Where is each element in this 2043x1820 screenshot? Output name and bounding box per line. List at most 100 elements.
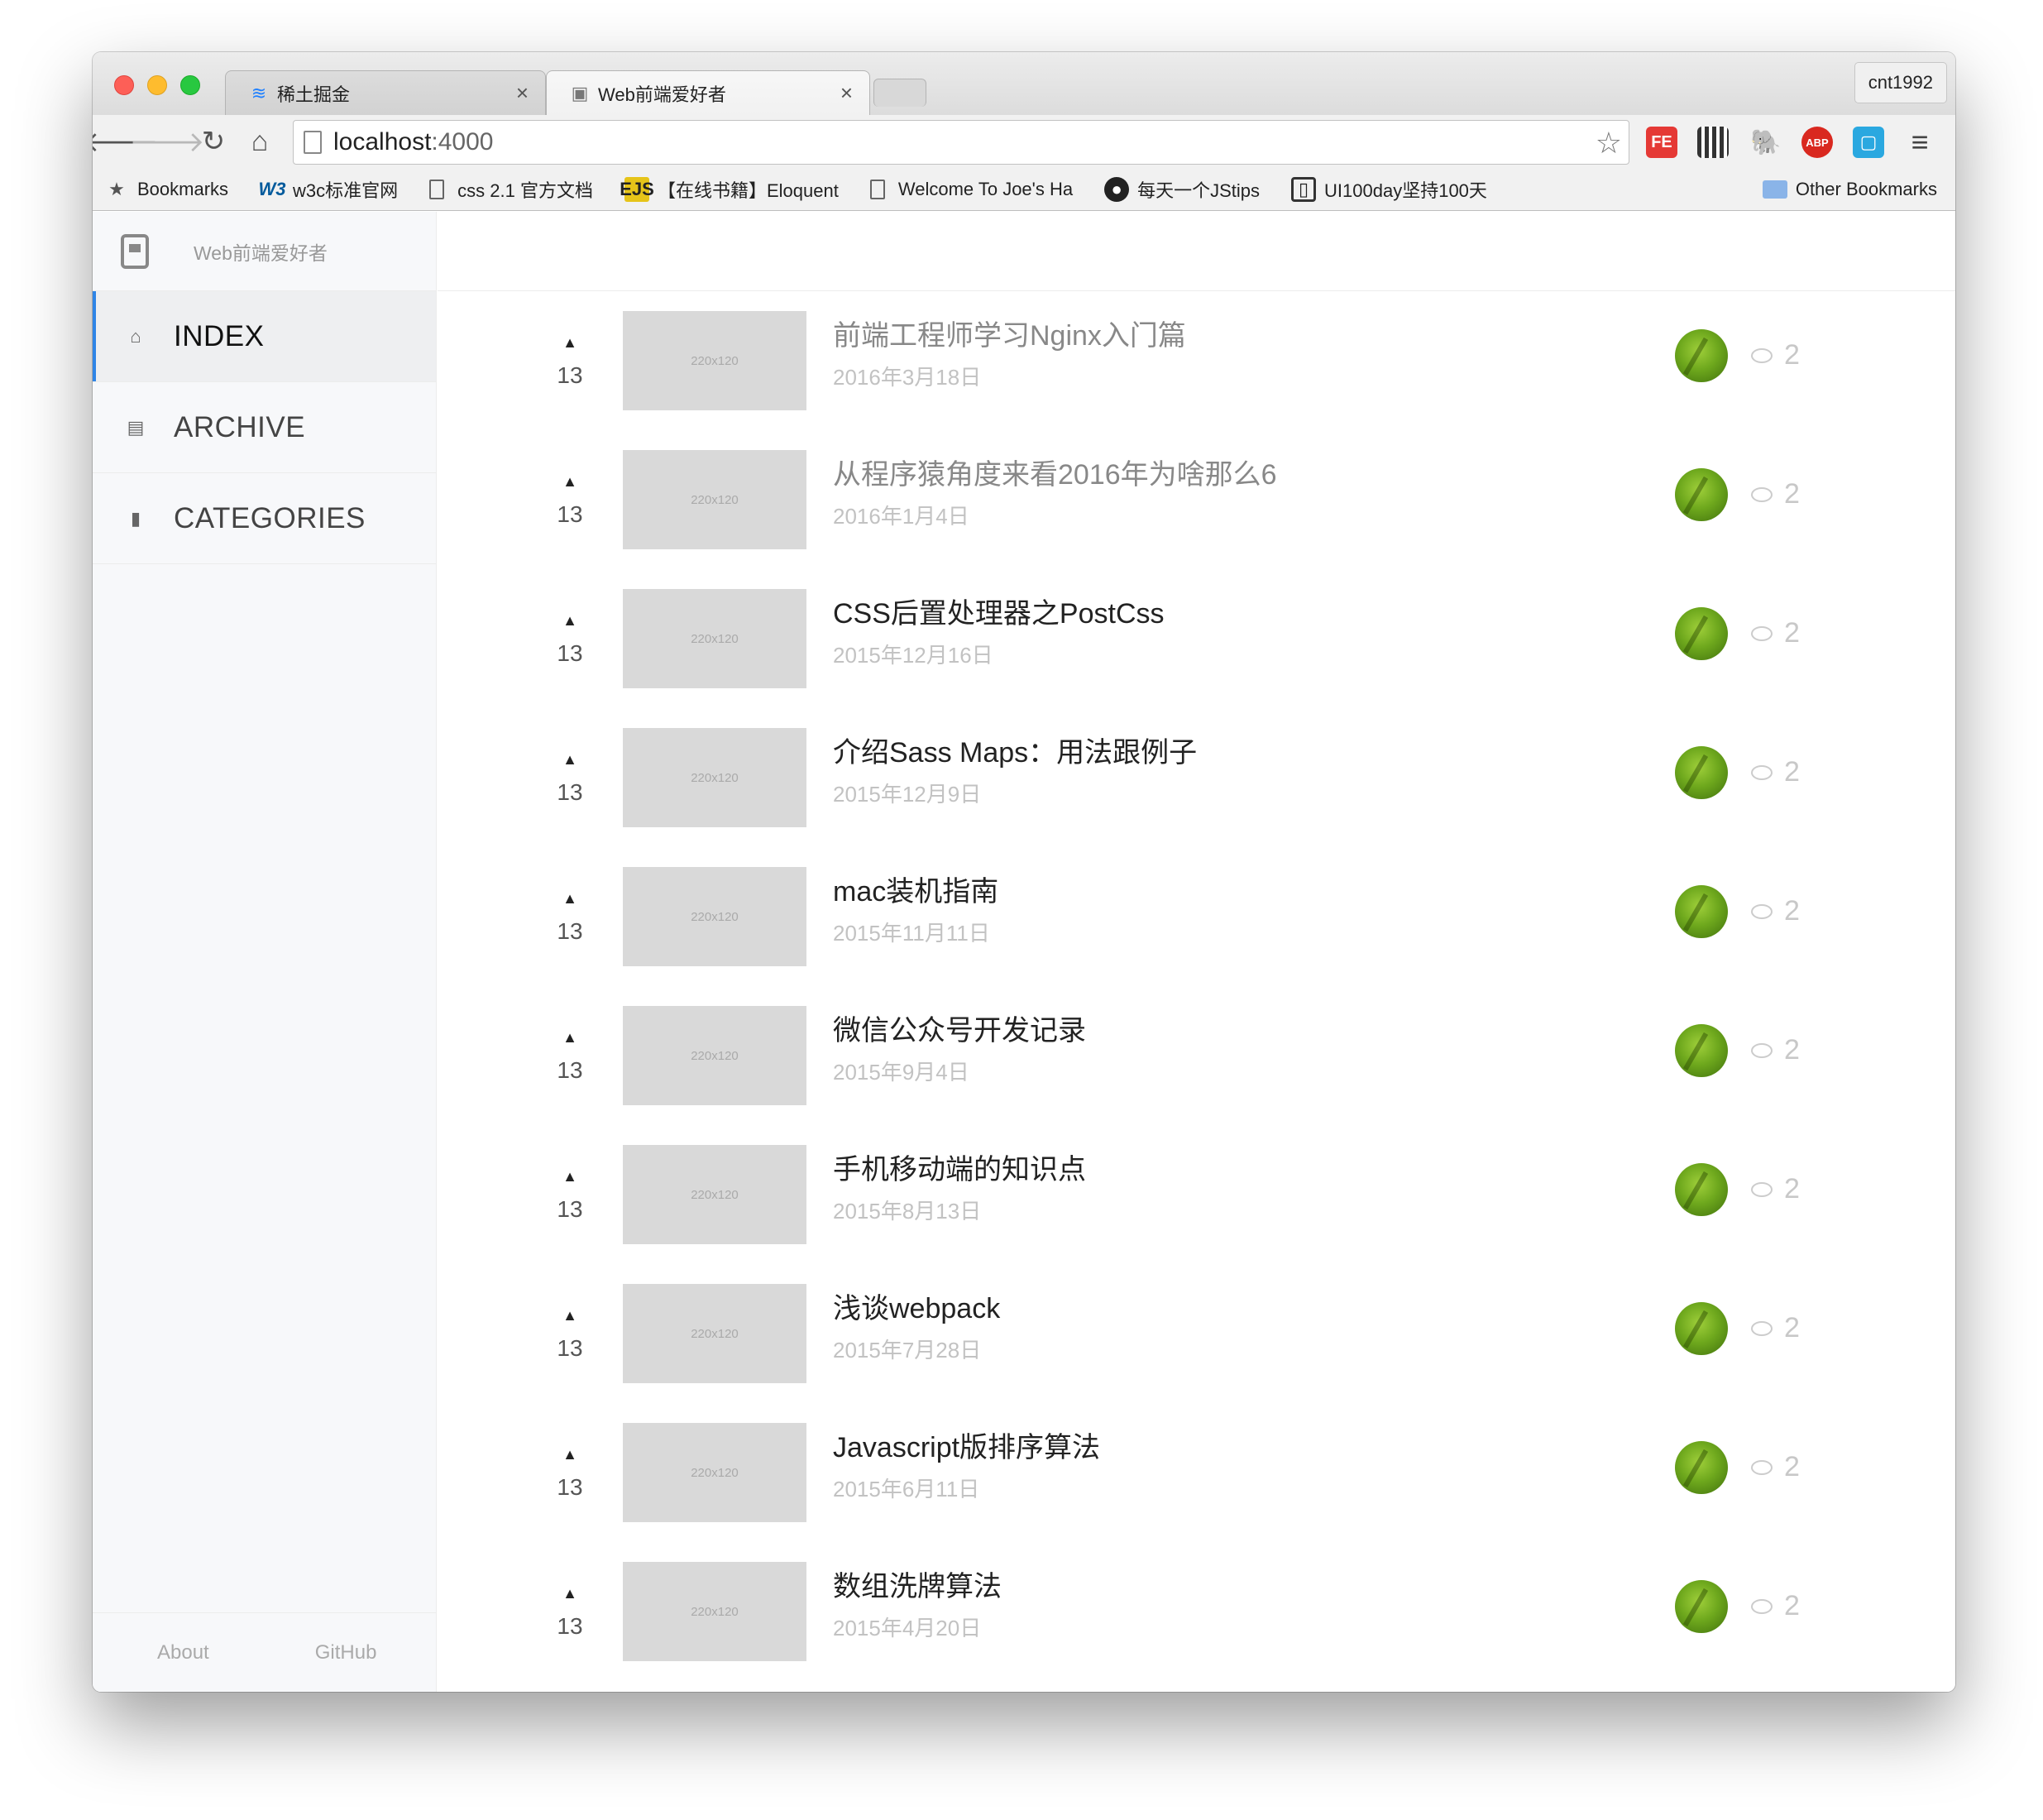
post-thumbnail[interactable]: 220x120 xyxy=(623,728,806,827)
reload-icon[interactable]: ↻ xyxy=(195,123,232,160)
tab-web-frontend[interactable]: ▣ Web前端爱好者 × xyxy=(546,70,870,115)
comment-count[interactable]: 2 xyxy=(1751,339,1800,371)
post-thumbnail[interactable]: 220x120 xyxy=(623,867,806,966)
upvote-arrow-icon[interactable]: ▲ xyxy=(553,473,586,490)
bookmark-bookmarks[interactable]: ★ Bookmarks xyxy=(104,177,228,202)
post-title[interactable]: 微信公众号开发记录 xyxy=(833,1008,1086,1048)
bookmarks-bar: ★ Bookmarks W3 w3c标准官网 css 2.1 官方文档 EJS … xyxy=(93,168,1955,211)
upvote-arrow-icon[interactable]: ▲ xyxy=(553,1307,586,1324)
post-title[interactable]: 浅谈webpack xyxy=(833,1286,1000,1326)
post-date: 2015年8月13日 xyxy=(833,1199,982,1224)
tab-label: 稀土掘金 xyxy=(277,84,351,105)
post-thumbnail[interactable]: 220x120 xyxy=(623,1284,806,1383)
upvote-arrow-icon[interactable]: ▲ xyxy=(553,751,586,768)
post-title[interactable]: 从程序猿角度来看2016年为啥那么6 xyxy=(833,452,1277,492)
fe-extension-icon[interactable]: FE xyxy=(1646,127,1677,158)
upvote-arrow-icon[interactable]: ▲ xyxy=(553,1029,586,1046)
comment-count[interactable]: 2 xyxy=(1751,1312,1800,1344)
post-thumbnail[interactable]: 220x120 xyxy=(623,1006,806,1105)
close-tab-icon[interactable]: × xyxy=(840,80,853,106)
avatar[interactable] xyxy=(1675,885,1728,938)
post-thumbnail[interactable]: 220x120 xyxy=(623,1145,806,1244)
qr-code-extension-icon[interactable] xyxy=(1697,127,1729,158)
post-title[interactable]: 介绍Sass Maps：用法跟例子 xyxy=(833,730,1197,770)
blue-extension-icon[interactable]: ▢ xyxy=(1853,127,1884,158)
upvote-arrow-icon[interactable]: ▲ xyxy=(553,1585,586,1602)
post-thumbnail[interactable]: 220x120 xyxy=(623,589,806,688)
bookmark-css21[interactable]: css 2.1 官方文档 xyxy=(429,176,593,203)
evernote-extension-icon[interactable]: 🐘 xyxy=(1750,127,1782,158)
other-bookmarks[interactable]: Other Bookmarks xyxy=(1762,177,1937,202)
comment-count[interactable]: 2 xyxy=(1751,756,1800,788)
upvote-arrow-icon[interactable]: ▲ xyxy=(553,334,586,351)
post-title[interactable]: mac装机指南 xyxy=(833,869,998,909)
minimize-window-button[interactable] xyxy=(147,75,167,95)
comment-count[interactable]: 2 xyxy=(1751,1034,1800,1066)
profile-button[interactable]: cnt1992 xyxy=(1854,62,1947,103)
sidebar-item-index[interactable]: ⌂ INDEX xyxy=(93,291,436,382)
avatar[interactable] xyxy=(1675,468,1728,521)
avatar[interactable] xyxy=(1675,1441,1728,1494)
comment-count[interactable]: 2 xyxy=(1751,617,1800,649)
vote-count: 13 xyxy=(557,362,583,388)
bookmark-jstips[interactable]: ● 每天一个JStips xyxy=(1104,176,1260,203)
upvote-arrow-icon[interactable]: ▲ xyxy=(553,612,586,629)
brand[interactable]: Web前端爱好者 xyxy=(93,212,436,291)
sidebar-item-categories[interactable]: ▮ CATEGORIES xyxy=(93,473,436,564)
bookmark-star-icon[interactable]: ☆ xyxy=(1596,126,1622,160)
comment-count[interactable]: 2 xyxy=(1751,1173,1800,1205)
post-date: 2015年4月20日 xyxy=(833,1616,982,1640)
github-link[interactable]: GitHub xyxy=(315,1641,377,1664)
close-window-button[interactable] xyxy=(114,75,134,95)
avatar[interactable] xyxy=(1675,1163,1728,1216)
avatar[interactable] xyxy=(1675,1580,1728,1633)
upvote-arrow-icon[interactable]: ▲ xyxy=(553,1446,586,1463)
comment-bubble-icon xyxy=(1751,1320,1773,1336)
bookmark-w3c[interactable]: W3 w3c标准官网 xyxy=(259,176,399,203)
address-bar[interactable]: localhost:4000 ☆ xyxy=(293,120,1629,165)
forward-arrow-icon[interactable]: 🡒 xyxy=(129,123,204,160)
comment-count[interactable]: 2 xyxy=(1751,478,1800,510)
browser-toolbar: 🡐 🡒 ↻ ⌂ localhost:4000 ☆ FE 🐘 ABP ▢ ≡ xyxy=(93,115,1955,168)
bookmark-joe[interactable]: Welcome To Joe's Ha xyxy=(869,179,1073,200)
vote: ▲ 13 xyxy=(553,1585,586,1640)
post-thumbnail[interactable]: 220x120 xyxy=(623,311,806,410)
home-icon[interactable]: ⌂ xyxy=(242,123,278,160)
post-item: ▲ 13 220x120 mac装机指南 2015年11月11日 2 xyxy=(438,867,1955,1006)
menu-icon[interactable]: ≡ xyxy=(1904,125,1935,159)
post-title[interactable]: 前端工程师学习Nginx入门篇 xyxy=(833,313,1186,353)
post-item: ▲ 13 220x120 手机移动端的知识点 2015年8月13日 2 xyxy=(438,1145,1955,1284)
post-thumbnail[interactable]: 220x120 xyxy=(623,1562,806,1661)
comment-count[interactable]: 2 xyxy=(1751,895,1800,927)
post-title[interactable]: Javascript版排序算法 xyxy=(833,1425,1100,1465)
about-link[interactable]: About xyxy=(157,1641,209,1664)
close-tab-icon[interactable]: × xyxy=(516,80,529,106)
post-date: 2015年9月4日 xyxy=(833,1060,969,1085)
avatar[interactable] xyxy=(1675,329,1728,382)
bookmark-ui100day[interactable]: ▯ UI100day坚持100天 xyxy=(1291,176,1487,203)
upvote-arrow-icon[interactable]: ▲ xyxy=(553,890,586,907)
document-icon xyxy=(869,179,885,199)
page-icon xyxy=(304,131,322,154)
post-title[interactable]: 手机移动端的知识点 xyxy=(833,1147,1086,1187)
tab-juejin[interactable]: ≋ 稀土掘金 × xyxy=(225,70,546,115)
zoom-window-button[interactable] xyxy=(180,75,200,95)
upvote-arrow-icon[interactable]: ▲ xyxy=(553,1168,586,1185)
new-tab-button[interactable] xyxy=(873,79,926,107)
avatar[interactable] xyxy=(1675,1302,1728,1355)
bookmark-eloquent[interactable]: EJS 【在线书籍】Eloquent xyxy=(620,176,839,203)
avatar[interactable] xyxy=(1675,746,1728,799)
post-item: ▲ 13 220x120 前端工程师学习Nginx入门篇 2016年3月18日 … xyxy=(438,311,1955,450)
comment-count[interactable]: 2 xyxy=(1751,1451,1800,1483)
post-title[interactable]: CSS后置处理器之PostCss xyxy=(833,591,1165,631)
post-thumbnail[interactable]: 220x120 xyxy=(623,1423,806,1522)
comment-bubble-icon xyxy=(1751,347,1773,363)
avatar[interactable] xyxy=(1675,1024,1728,1077)
site-icon: ▣ xyxy=(571,82,589,103)
avatar[interactable] xyxy=(1675,607,1728,660)
sidebar-item-archive[interactable]: ▤ ARCHIVE xyxy=(93,382,436,473)
adblock-extension-icon[interactable]: ABP xyxy=(1801,127,1833,158)
post-thumbnail[interactable]: 220x120 xyxy=(623,450,806,549)
comment-count[interactable]: 2 xyxy=(1751,1590,1800,1622)
post-title[interactable]: 数组洗牌算法 xyxy=(833,1564,1002,1604)
